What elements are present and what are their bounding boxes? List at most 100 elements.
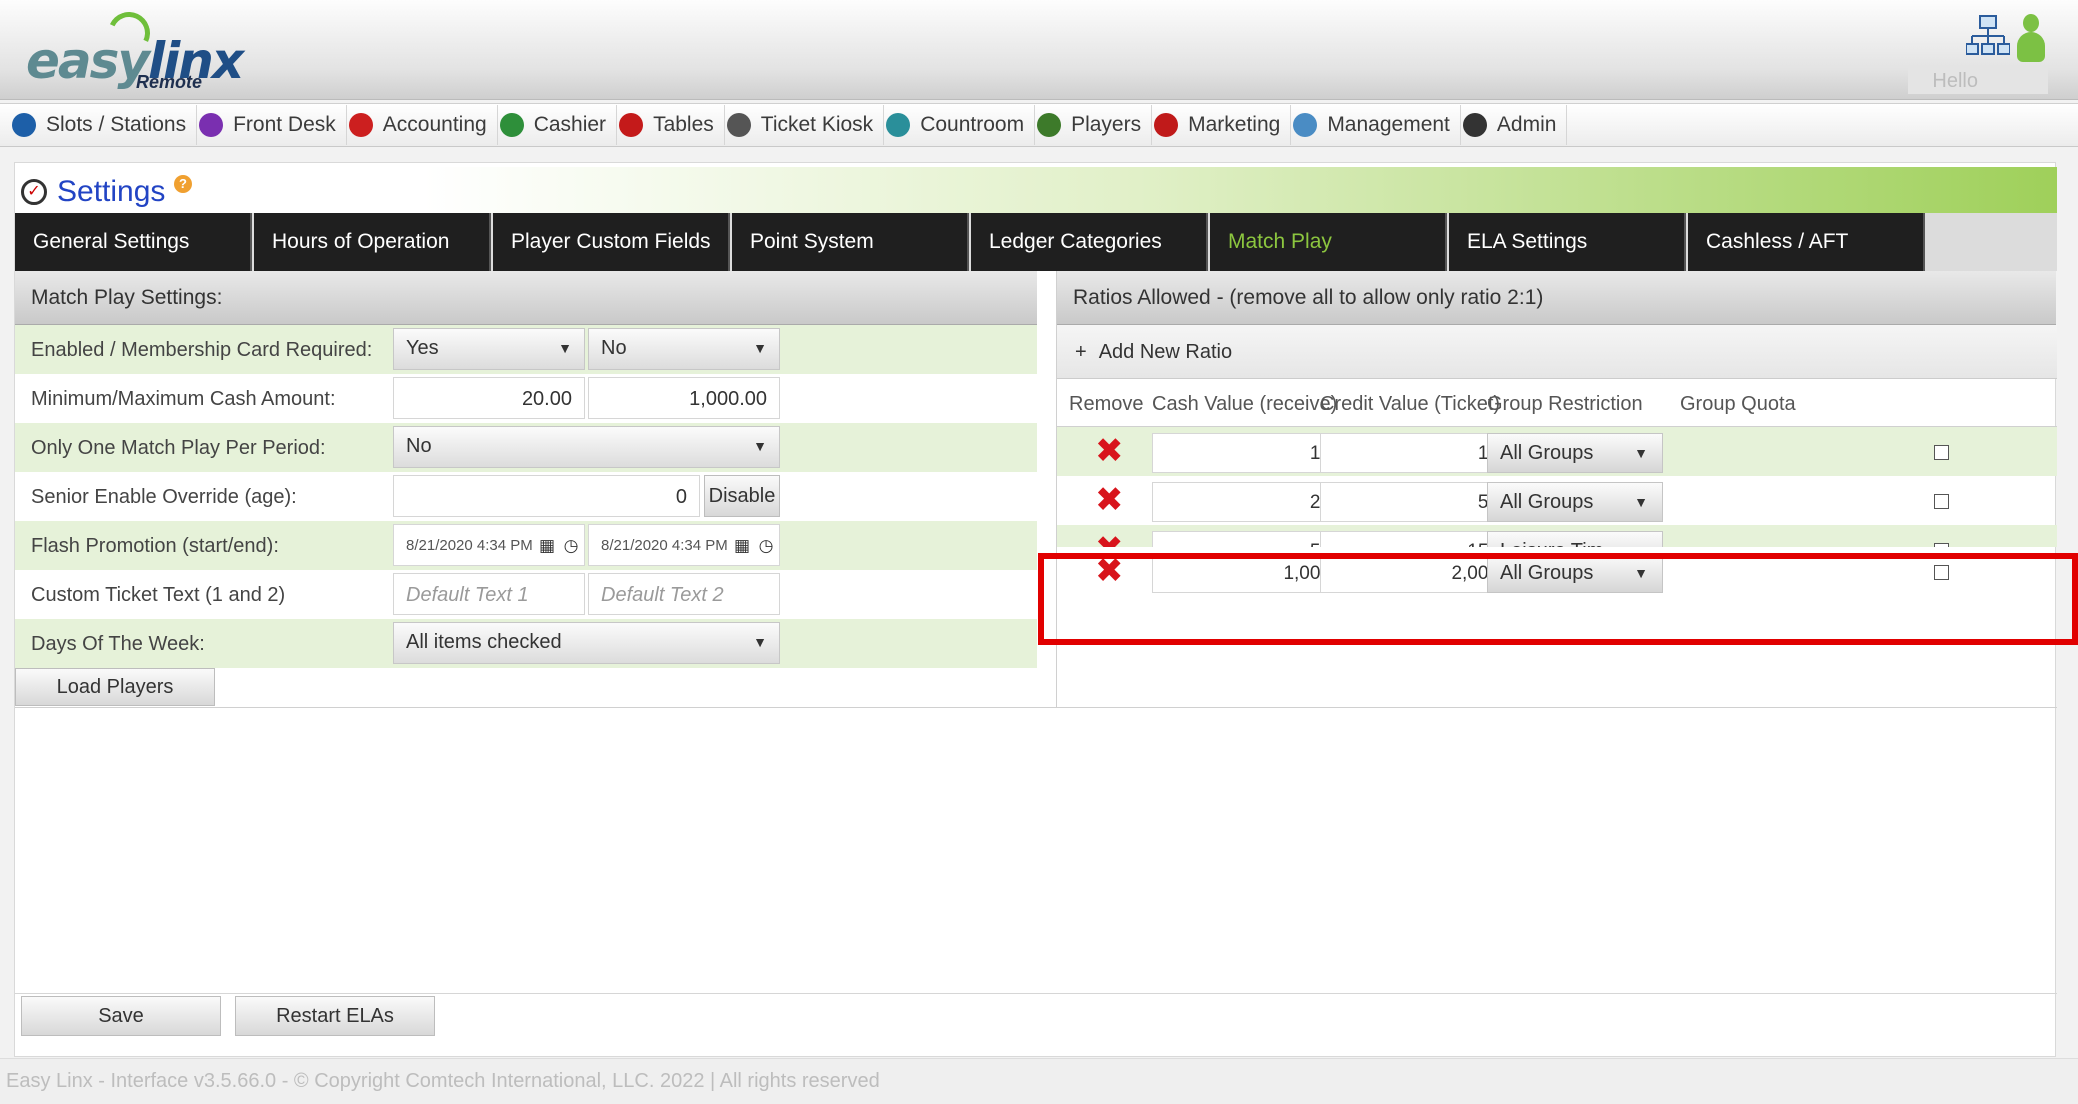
min-cash-input[interactable]: 20.00 xyxy=(393,377,585,419)
label-one-per-period: Only One Match Play Per Period: xyxy=(31,437,326,459)
tab-general-settings[interactable]: General Settings xyxy=(15,213,252,271)
group-quota-checkbox[interactable] xyxy=(1934,494,1949,509)
row-senior: Senior Enable Override (age): 0 Disable xyxy=(15,472,1037,521)
max-cash-input[interactable]: 1,000.00 xyxy=(588,377,780,419)
nav-item-countroom[interactable]: Countroom xyxy=(884,105,1036,145)
disable-button[interactable]: Disable xyxy=(704,475,780,517)
nav-icon xyxy=(1154,113,1179,137)
user-icon[interactable] xyxy=(2016,14,2046,62)
calendar-icon[interactable]: ▦ xyxy=(731,535,753,557)
page-title: Settings xyxy=(57,175,166,208)
group-restriction-select[interactable]: Leisure Tim ▼ xyxy=(1487,531,1663,547)
cash-value-input[interactable]: 10 xyxy=(1152,433,1344,473)
restart-elas-button[interactable]: Restart ELAs xyxy=(235,996,435,1036)
remove-ratio-icon[interactable]: ✖ xyxy=(1095,434,1124,468)
help-icon[interactable]: ? xyxy=(174,175,192,193)
nav-item-label: Front Desk xyxy=(233,113,336,136)
credit-value-input[interactable]: 150 xyxy=(1320,531,1512,547)
cash-value-input[interactable]: 20 xyxy=(1152,482,1344,522)
chevron-down-icon: ▼ xyxy=(1634,494,1648,510)
ratios-column-headers: Remove Cash Value (receive) Credit Value… xyxy=(1057,379,2057,427)
cash-value-input[interactable]: 50 xyxy=(1152,531,1344,547)
group-quota-checkbox[interactable] xyxy=(1934,445,1949,460)
nav-item-label: Countroom xyxy=(920,113,1025,136)
tab-cashless-aft[interactable]: Cashless / AFT xyxy=(1688,213,1925,271)
nav-item-label: Slots / Stations xyxy=(46,113,187,136)
save-button[interactable]: Save xyxy=(21,996,221,1036)
calendar-icon[interactable]: ▦ xyxy=(536,535,558,557)
chevron-down-icon: ▼ xyxy=(753,340,767,356)
clock-icon[interactable]: ◷ xyxy=(560,535,582,557)
network-icon[interactable] xyxy=(1966,14,2010,58)
group-restriction-value: Leisure Tim xyxy=(1500,540,1603,547)
row-flash-promotion: Flash Promotion (start/end): 8/21/2020 4… xyxy=(15,521,1037,570)
remove-ratio-icon[interactable]: ✖ xyxy=(1095,532,1124,547)
main-nav: Slots / Stations Front Desk Accounting Cash… xyxy=(0,103,2078,147)
group-restriction-select[interactable]: All Groups ▼ xyxy=(1487,433,1663,473)
nav-item-slots-stations[interactable]: Slots / Stations xyxy=(10,105,198,145)
days-of-week-select[interactable]: All items checked ▼ xyxy=(393,622,780,664)
tab-ela-settings[interactable]: ELA Settings xyxy=(1449,213,1686,271)
add-new-ratio-button[interactable]: + Add New Ratio xyxy=(1057,325,2057,379)
credit-value-input[interactable]: 15 xyxy=(1320,433,1512,473)
clock-icon[interactable]: ◷ xyxy=(755,535,777,557)
label-days-of-week: Days Of The Week: xyxy=(31,633,205,655)
footer-divider xyxy=(15,993,2057,994)
group-restriction-value: All Groups xyxy=(1500,491,1594,513)
nav-icon xyxy=(886,113,911,137)
tab-point-system[interactable]: Point System xyxy=(732,213,969,271)
nav-icon xyxy=(12,113,36,137)
nav-item-players[interactable]: Players xyxy=(1035,105,1153,145)
col-remove: Remove xyxy=(1069,393,1144,415)
nav-item-label: Management xyxy=(1327,113,1450,136)
group-restriction-select[interactable]: All Groups ▼ xyxy=(1487,482,1663,522)
flash-start-value: 8/21/2020 4:34 PM xyxy=(406,537,533,554)
tab-match-play[interactable]: Match Play xyxy=(1210,213,1447,271)
nav-item-tables[interactable]: Tables xyxy=(617,105,725,145)
settings-check-icon: ✓ xyxy=(21,179,47,205)
nav-icon xyxy=(1462,113,1487,137)
tab-player-custom-fields[interactable]: Player Custom Fields xyxy=(493,213,730,271)
nav-item-marketing[interactable]: Marketing xyxy=(1152,105,1292,145)
tab-ledger-categories[interactable]: Ledger Categories xyxy=(971,213,1208,271)
ratio-row: ✖ 1015All Groups ▼ xyxy=(1057,427,2057,476)
label-enabled: Enabled / Membership Card Required: xyxy=(31,339,373,361)
nav-item-management[interactable]: Management xyxy=(1291,105,1461,145)
settings-tabs: General Settings Hours of Operation Player… xyxy=(15,213,2057,271)
tab-hours-of-operation[interactable]: Hours of Operation xyxy=(254,213,491,271)
logo-subtitle: Remote xyxy=(136,72,203,92)
nav-item-ticket-kiosk[interactable]: Ticket Kiosk xyxy=(725,105,885,145)
membership-card-value: No xyxy=(601,337,627,359)
plus-icon: + xyxy=(1075,341,1087,363)
logo-text-a: easy xyxy=(26,32,150,90)
app-header: easylinx Remote Hello xyxy=(0,0,2078,100)
row-cash-amount: Minimum/Maximum Cash Amount: 20.00 1,000… xyxy=(15,374,1037,423)
nav-item-cashier[interactable]: Cashier xyxy=(498,105,618,145)
nav-item-label: Cashier xyxy=(533,113,607,136)
nav-item-admin[interactable]: Admin xyxy=(1461,105,1568,145)
nav-item-label: Admin xyxy=(1496,113,1557,136)
footer: Easy Linx - Interface v3.5.66.0 - © Copy… xyxy=(0,1058,2078,1104)
nav-item-label: Tables xyxy=(653,113,714,136)
flash-end-input[interactable]: 8/21/2020 4:34 PM ▦ ◷ xyxy=(588,524,780,566)
ratio-row: ✖ 2050All Groups ▼ xyxy=(1057,476,2057,525)
ticket-text-2-input[interactable]: Default Text 2 xyxy=(588,573,780,615)
remove-ratio-icon[interactable]: ✖ xyxy=(1095,483,1124,517)
load-players-button[interactable]: Load Players xyxy=(15,668,215,706)
nav-item-front-desk[interactable]: Front Desk xyxy=(197,105,347,145)
label-senior: Senior Enable Override (age): xyxy=(31,486,297,508)
one-per-period-select[interactable]: No ▼ xyxy=(393,426,780,468)
ratio-row: ✖ 50150Leisure Tim ▼ xyxy=(1057,525,2057,547)
credit-value-input[interactable]: 50 xyxy=(1320,482,1512,522)
senior-age-input[interactable]: 0 xyxy=(393,475,700,517)
settings-title-bar: ✓ Settings ? xyxy=(15,167,2057,217)
ticket-text-1-input[interactable]: Default Text 1 xyxy=(393,573,585,615)
nav-icon xyxy=(348,113,373,137)
username-box xyxy=(1908,66,2048,94)
header-icons xyxy=(1966,14,2046,62)
nav-item-accounting[interactable]: Accounting xyxy=(347,105,498,145)
flash-start-input[interactable]: 8/21/2020 4:34 PM ▦ ◷ xyxy=(393,524,585,566)
enabled-select[interactable]: Yes ▼ xyxy=(393,328,585,370)
membership-card-select[interactable]: No ▼ xyxy=(588,328,780,370)
highlight-box xyxy=(1038,553,2078,645)
